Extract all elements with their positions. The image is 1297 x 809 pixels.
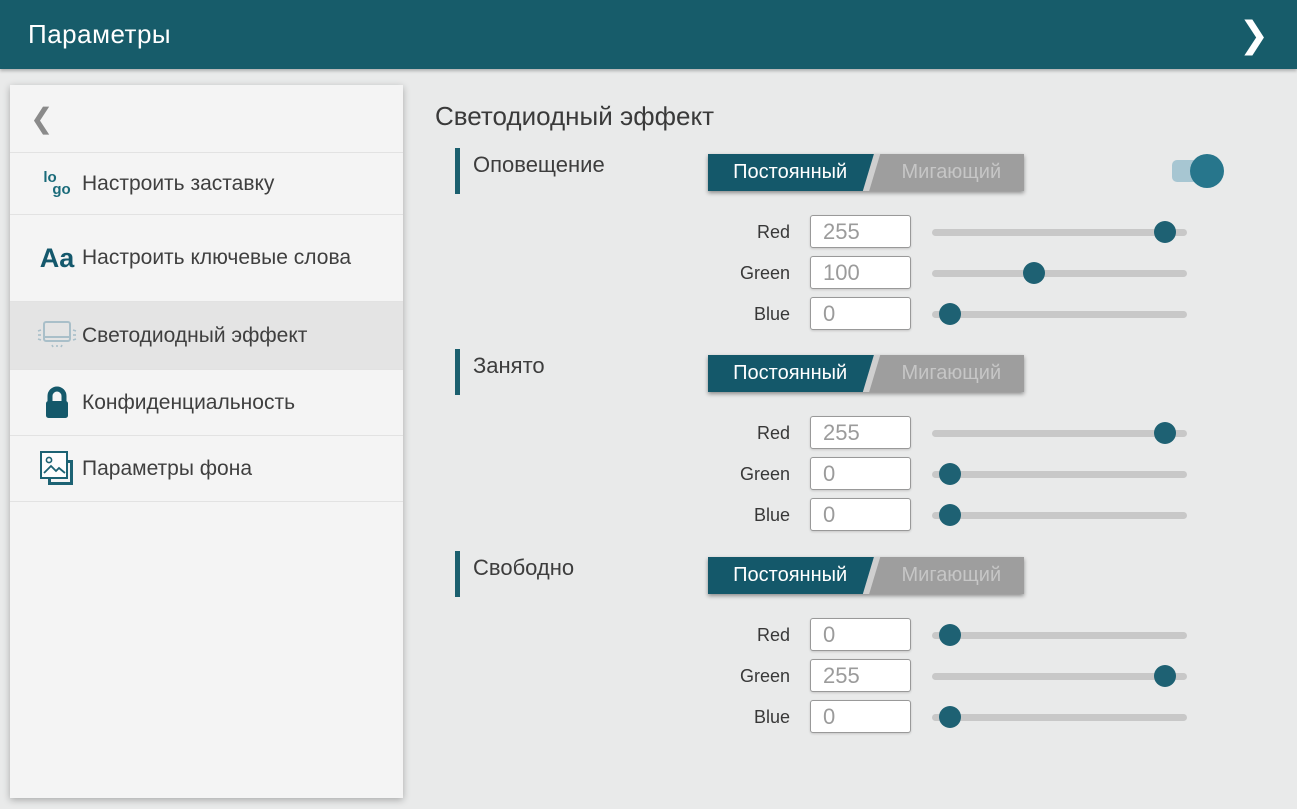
channel-label: Blue <box>685 505 790 526</box>
channel-label: Green <box>685 666 790 687</box>
led-screen-icon <box>32 318 82 354</box>
channel-row-blue: Blue <box>435 700 1235 734</box>
keywords-icon: Aa <box>32 243 82 274</box>
channel-row-green: Green <box>435 256 1235 290</box>
sidebar-item-label: Настроить заставку <box>82 171 290 196</box>
slider-thumb[interactable] <box>1154 665 1176 687</box>
green-slider[interactable] <box>932 457 1187 491</box>
sidebar-item-splash-screen[interactable]: logo Настроить заставку <box>10 153 403 215</box>
channel-row-red: Red <box>435 215 1235 249</box>
blue-value-input[interactable] <box>810 700 911 733</box>
red-value-input[interactable] <box>810 215 911 248</box>
red-slider[interactable] <box>932 215 1187 249</box>
section-title: Оповещение <box>473 152 605 178</box>
channel-row-red: Red <box>435 618 1235 652</box>
slider-track <box>932 311 1187 318</box>
mode-segmented-control: Постоянный Мигающий <box>708 154 1024 191</box>
blue-value-input[interactable] <box>810 498 911 531</box>
background-icon <box>32 447 82 491</box>
slider-track <box>932 512 1187 519</box>
channel-label: Blue <box>685 304 790 325</box>
green-value-input[interactable] <box>810 256 911 289</box>
sidebar-item-label: Конфиденциальность <box>82 390 311 415</box>
blue-slider[interactable] <box>932 700 1187 734</box>
sidebar-item-keywords[interactable]: Aa Настроить ключевые слова <box>10 215 403 302</box>
slider-track <box>932 430 1187 437</box>
slider-track <box>932 270 1187 277</box>
settings-sidebar: ❮ logo Настроить заставку Aa Настроить к… <box>10 85 403 798</box>
sidebar-item-label: Настроить ключевые слова <box>82 245 367 270</box>
content-title: Светодиодный эффект <box>435 101 714 132</box>
channel-row-green: Green <box>435 659 1235 693</box>
channel-label: Blue <box>685 707 790 728</box>
channel-label: Red <box>685 625 790 646</box>
slider-thumb[interactable] <box>1023 262 1045 284</box>
section-busy: Занято Постоянный Мигающий Red Green Blu… <box>435 347 1235 547</box>
channel-rows: Red Green Blue <box>435 215 1235 338</box>
slider-thumb[interactable] <box>939 624 961 646</box>
mode-segmented-control: Постоянный Мигающий <box>708 557 1024 594</box>
mode-blinking-button[interactable]: Мигающий <box>879 355 1024 392</box>
slider-thumb[interactable] <box>939 504 961 526</box>
slider-track <box>932 632 1187 639</box>
slider-thumb[interactable] <box>939 303 961 325</box>
notification-toggle[interactable] <box>1172 152 1228 192</box>
slider-track <box>932 229 1187 236</box>
red-slider[interactable] <box>932 618 1187 652</box>
section-accent-bar <box>455 349 460 395</box>
toggle-thumb <box>1190 154 1224 188</box>
green-value-input[interactable] <box>810 457 911 490</box>
section-accent-bar <box>455 551 460 597</box>
back-chevron-icon: ❮ <box>30 102 53 135</box>
channel-row-red: Red <box>435 416 1235 450</box>
blue-slider[interactable] <box>932 498 1187 532</box>
section-notification: Оповещение Постоянный Мигающий Red Green <box>435 146 1235 346</box>
page-title: Параметры <box>28 19 171 50</box>
channel-label: Red <box>685 222 790 243</box>
channel-row-blue: Blue <box>435 498 1235 532</box>
sidebar-item-background[interactable]: Параметры фона <box>10 436 403 502</box>
mode-solid-button[interactable]: Постоянный <box>708 154 872 191</box>
logo-icon: logo <box>32 172 82 196</box>
slider-track <box>932 714 1187 721</box>
slider-track <box>932 673 1187 680</box>
green-value-input[interactable] <box>810 659 911 692</box>
channel-label: Green <box>685 464 790 485</box>
channel-rows: Red Green Blue <box>435 618 1235 741</box>
channel-rows: Red Green Blue <box>435 416 1235 539</box>
sidebar-item-led-effect[interactable]: Светодиодный эффект <box>10 302 403 370</box>
mode-solid-button[interactable]: Постоянный <box>708 355 872 392</box>
green-slider[interactable] <box>932 256 1187 290</box>
channel-label: Red <box>685 423 790 444</box>
lock-icon <box>32 383 82 423</box>
slider-track <box>932 471 1187 478</box>
green-slider[interactable] <box>932 659 1187 693</box>
sidebar-collapse-button[interactable]: ❮ <box>10 85 403 153</box>
app-header: Параметры ❯ <box>0 0 1297 69</box>
red-slider[interactable] <box>932 416 1187 450</box>
mode-solid-button[interactable]: Постоянный <box>708 557 872 594</box>
mode-blinking-button[interactable]: Мигающий <box>879 557 1024 594</box>
sidebar-item-privacy[interactable]: Конфиденциальность <box>10 370 403 436</box>
section-accent-bar <box>455 148 460 194</box>
section-free: Свободно Постоянный Мигающий Red Green B… <box>435 549 1235 749</box>
channel-row-blue: Blue <box>435 297 1235 331</box>
slider-thumb[interactable] <box>939 463 961 485</box>
channel-label: Green <box>685 263 790 284</box>
slider-thumb[interactable] <box>1154 221 1176 243</box>
red-value-input[interactable] <box>810 416 911 449</box>
mode-segmented-control: Постоянный Мигающий <box>708 355 1024 392</box>
section-title: Свободно <box>473 555 574 581</box>
sidebar-item-label: Параметры фона <box>82 456 268 481</box>
red-value-input[interactable] <box>810 618 911 651</box>
forward-chevron-icon[interactable]: ❯ <box>1239 17 1269 53</box>
slider-thumb[interactable] <box>1154 422 1176 444</box>
slider-thumb[interactable] <box>939 706 961 728</box>
section-title: Занято <box>473 353 545 379</box>
sidebar-item-label: Светодиодный эффект <box>82 323 323 348</box>
blue-value-input[interactable] <box>810 297 911 330</box>
channel-row-green: Green <box>435 457 1235 491</box>
blue-slider[interactable] <box>932 297 1187 331</box>
mode-blinking-button[interactable]: Мигающий <box>879 154 1024 191</box>
